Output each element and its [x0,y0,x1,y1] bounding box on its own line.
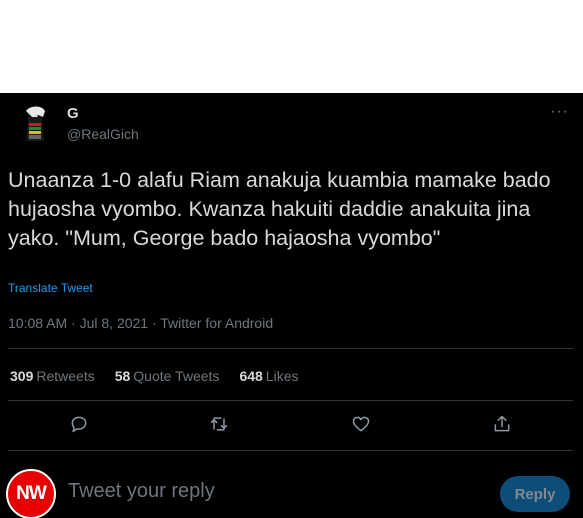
more-options-icon[interactable]: ··· [550,103,569,121]
author-handle[interactable]: @RealGich [67,126,139,142]
retweets-stat[interactable]: 309 Retweets [10,368,95,384]
retweet-icon[interactable] [206,411,232,437]
divider [8,348,573,349]
likes-label: Likes [265,368,299,384]
retweets-label: Retweets [36,368,95,384]
avatar[interactable] [12,101,58,147]
reply-input[interactable] [68,480,368,503]
user-avatar-logo: NW [6,469,56,518]
tweet-meta: 10:08 AM · Jul 8, 2021 · Twitter for And… [8,315,274,331]
share-icon[interactable] [489,411,515,437]
reply-icon[interactable] [66,411,92,437]
tweet-stats: 309 Retweets 58 Quote Tweets 648 Likes [10,368,298,384]
retweets-count: 309 [10,368,34,384]
likes-stat[interactable]: 648 Likes [239,368,298,384]
tweet-detail-panel: G @RealGich ··· Unaanza 1-0 alafu Riam a… [0,93,583,518]
quotes-count: 58 [114,368,131,384]
translate-tweet-link[interactable]: Translate Tweet [8,281,93,295]
divider [8,400,573,401]
quotes-label: Quote Tweets [133,368,220,384]
tweet-actions [0,411,583,441]
quotes-stat[interactable]: 58 Quote Tweets [115,368,220,384]
likes-count: 648 [239,368,263,384]
heart-icon[interactable] [348,411,374,437]
avatar-image [12,101,58,147]
tweet-text: Unaanza 1-0 alafu Riam anakuja kuambia m… [8,168,551,250]
author-name[interactable]: G [67,105,79,122]
reply-button[interactable]: Reply [500,476,570,512]
divider [8,450,573,451]
